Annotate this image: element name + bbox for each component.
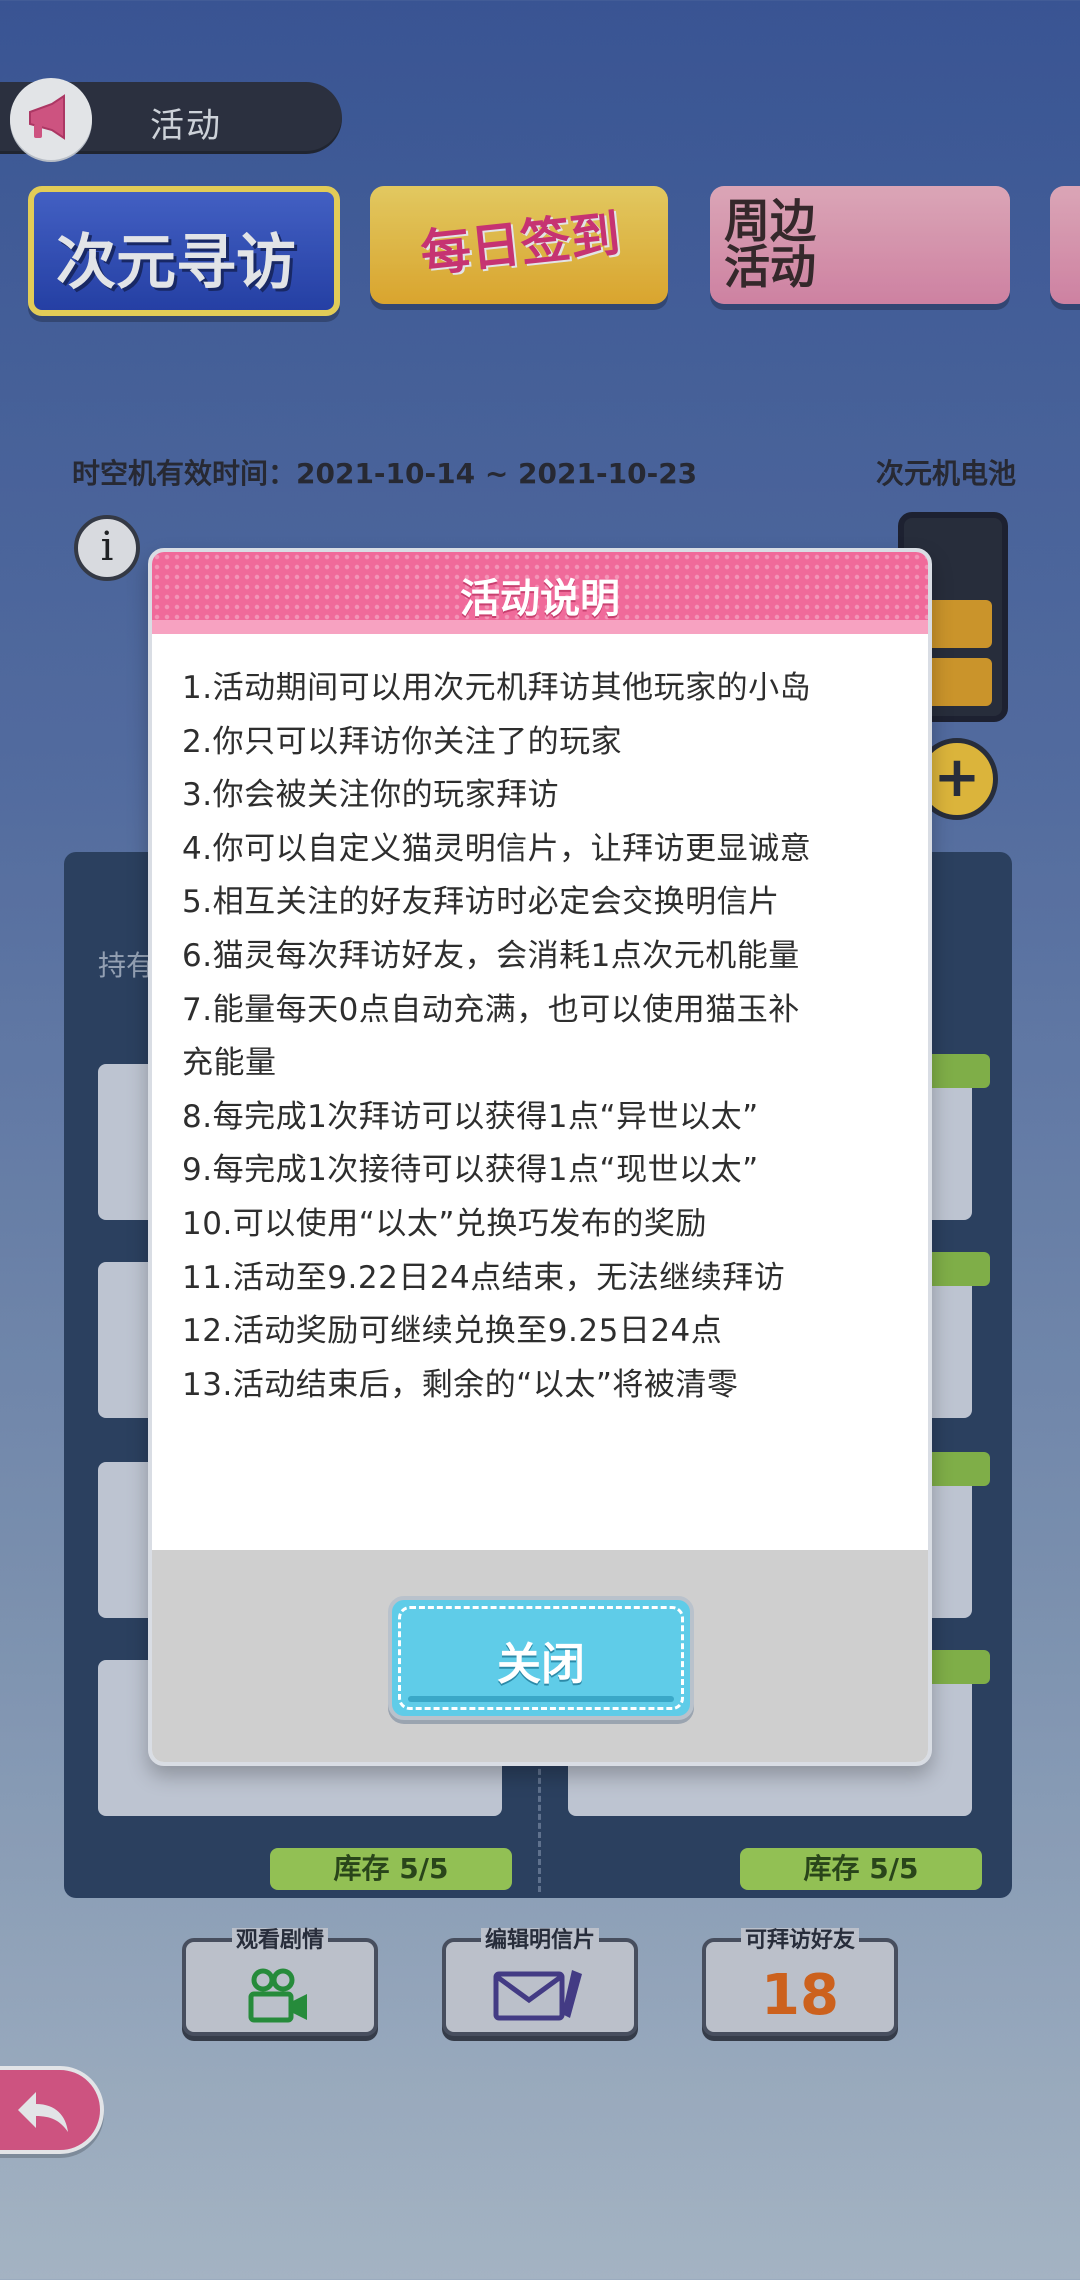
rules-list: 1.活动期间可以用次元机拜访其他玩家的小岛 2.你只可以拜访你关注了的玩家 3.… bbox=[182, 662, 912, 1412]
rule-line: 1.活动期间可以用次元机拜访其他玩家的小岛 bbox=[182, 670, 812, 706]
dialog-footer: 关闭 bbox=[152, 1550, 928, 1762]
rule-line: 7.能量每天0点自动充满，也可以使用猫玉补 bbox=[182, 991, 800, 1028]
rule-line: 充能量 bbox=[182, 1045, 277, 1082]
rule-line: 2.你只可以拜访你关注了的玩家 bbox=[182, 723, 623, 760]
activity-info-dialog: 活动说明 1.活动期间可以用次元机拜访其他玩家的小岛 2.你只可以拜访你关注了的… bbox=[148, 548, 932, 1766]
close-button-label: 关闭 bbox=[497, 1639, 585, 1690]
rule-line: 8.每完成1次拜访可以获得1点“异世以太” bbox=[182, 1098, 759, 1135]
rule-line: 6.猫灵每次拜访好友，会消耗1点次元机能量 bbox=[182, 937, 800, 974]
rule-line: 3.你会被关注你的玩家拜访 bbox=[182, 777, 560, 814]
rule-line: 10.可以使用“以太”兑换巧发布的奖励 bbox=[182, 1205, 707, 1242]
dialog-title: 活动说明 bbox=[460, 576, 620, 622]
close-button[interactable]: 关闭 bbox=[388, 1596, 694, 1720]
rule-line: 11.活动至9.22日24点结束，无法继续拜访 bbox=[182, 1259, 786, 1296]
rule-line: 13.活动结束后，剩余的“以太”将被清零 bbox=[182, 1366, 739, 1403]
rule-line: 4.你可以自定义猫灵明信片，让拜访更显诚意 bbox=[182, 830, 812, 867]
rule-line: 12.活动奖励可继续兑换至9.25日24点 bbox=[182, 1313, 723, 1350]
rule-line: 9.每完成1次接待可以获得1点“现世以太” bbox=[182, 1152, 759, 1189]
rule-line: 5.相互关注的好友拜访时必定会交换明信片 bbox=[182, 884, 780, 921]
